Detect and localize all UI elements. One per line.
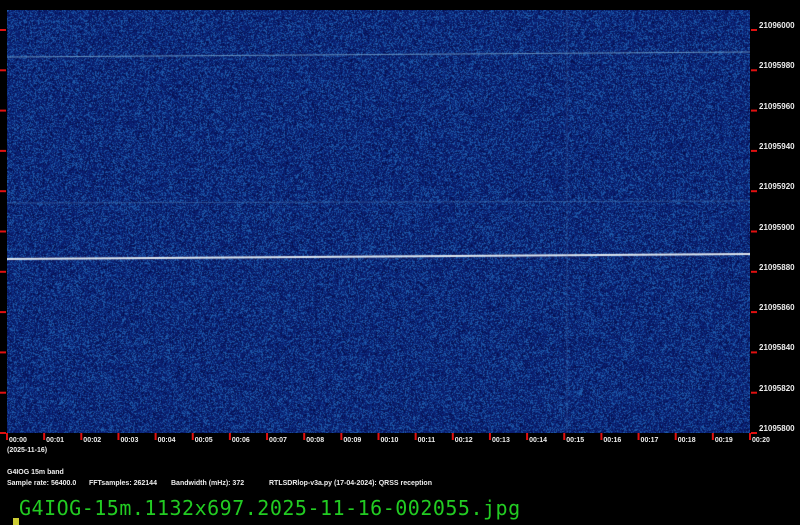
time-tick-label: 00:05 <box>195 437 213 444</box>
frequency-tick-label: 21095860 <box>759 303 795 312</box>
time-tick-label: 00:19 <box>715 437 733 444</box>
time-tick-label: 00:08 <box>306 437 324 444</box>
filename-title: G4IOG-15m.1132x697.2025-11-16-002055.jpg <box>19 496 521 520</box>
time-tick-label: 00:00 <box>9 437 27 444</box>
time-tick-label: 00:07 <box>269 437 287 444</box>
time-tick-label: 00:11 <box>418 437 436 444</box>
frequency-tick-label: 21095980 <box>759 61 795 70</box>
time-tick-label: 00:15 <box>566 437 584 444</box>
time-tick-label: 00:04 <box>158 437 176 444</box>
sample-rate: Sample rate: 56400.0 <box>7 480 76 487</box>
frequency-tick-label: 21096000 <box>759 21 795 30</box>
frequency-tick-label: 21095800 <box>759 424 795 433</box>
text-cursor <box>13 518 19 525</box>
axis-ticks <box>0 0 800 525</box>
program-info: RTLSDRlop-v3a.py (17-04-2024): QRSS rece… <box>269 480 432 487</box>
fft-samples: FFTsamples: 262144 <box>89 480 157 487</box>
time-tick-label: 00:09 <box>343 437 361 444</box>
time-tick-label: 00:14 <box>529 437 547 444</box>
time-tick-label: 00:12 <box>455 437 473 444</box>
frequency-tick-label: 21095820 <box>759 384 795 393</box>
time-tick-label: 00:03 <box>120 437 138 444</box>
frequency-tick-label: 21095880 <box>759 263 795 272</box>
time-tick-label: 00:06 <box>232 437 250 444</box>
time-tick-label: 00:18 <box>678 437 696 444</box>
time-tick-label: 00:20 <box>752 437 770 444</box>
time-tick-label: 00:02 <box>83 437 101 444</box>
bandwidth: Bandwidth (mHz): 372 <box>171 480 244 487</box>
date-label: (2025-11-16) <box>7 447 47 454</box>
frequency-tick-label: 21095940 <box>759 142 795 151</box>
time-tick-label: 00:10 <box>381 437 399 444</box>
time-tick-label: 00:01 <box>46 437 64 444</box>
frequency-tick-label: 21095960 <box>759 102 795 111</box>
band-label: G4IOG 15m band <box>7 469 64 476</box>
frequency-tick-label: 21095920 <box>759 182 795 191</box>
time-tick-label: 00:16 <box>603 437 621 444</box>
time-tick-label: 00:17 <box>641 437 659 444</box>
frequency-tick-label: 21095840 <box>759 343 795 352</box>
time-tick-label: 00:13 <box>492 437 510 444</box>
frequency-tick-label: 21095900 <box>759 223 795 232</box>
